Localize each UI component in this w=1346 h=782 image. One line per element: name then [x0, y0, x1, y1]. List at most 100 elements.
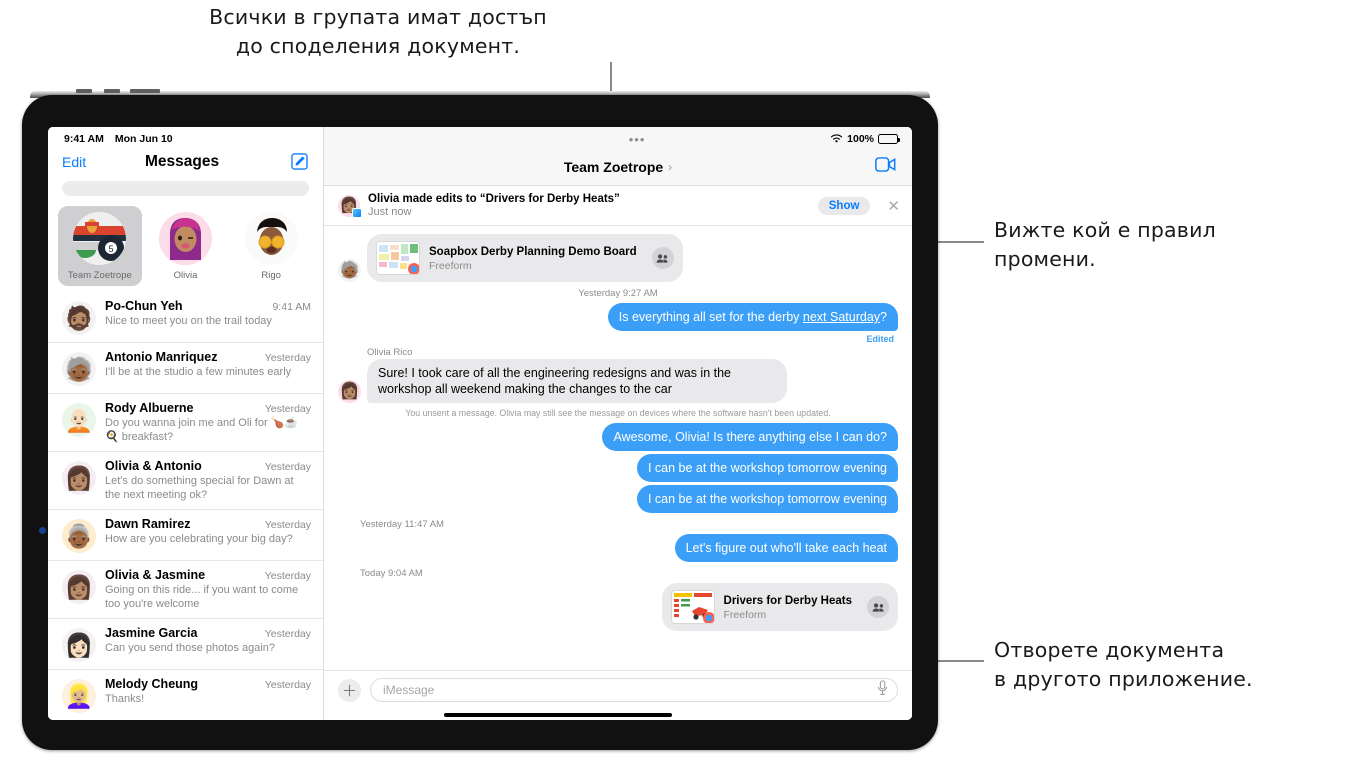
- avatar: [159, 212, 212, 265]
- imessage-input[interactable]: iMessage: [370, 678, 898, 702]
- avatar: 🧑🏻‍🦲: [62, 403, 96, 437]
- conversation-list: 🧔🏽 Po-Chun Yeh 9:41 AM Nice to meet you …: [48, 292, 323, 720]
- list-item-preview: How are you celebrating your big day?: [105, 533, 293, 545]
- avatar: 👩🏽: [338, 194, 362, 218]
- sidebar-header: Edit Messages: [48, 148, 323, 181]
- message-row: Is everything all set for the derby next…: [338, 303, 898, 331]
- sidebar-status-bar: 9:41 AM Mon Jun 10: [48, 127, 323, 148]
- volume-button-1[interactable]: [76, 89, 92, 93]
- timestamp: Yesterday 11:47 AM: [360, 519, 444, 530]
- list-item[interactable]: 👱🏼‍♀️ Melody Cheung Yesterday Thanks!: [48, 670, 323, 720]
- home-indicator[interactable]: [444, 713, 672, 717]
- list-item-preview: Let's do something special for Dawn at t…: [105, 475, 294, 501]
- message-bubble-outgoing[interactable]: Is everything all set for the derby next…: [607, 303, 898, 331]
- close-icon[interactable]: ✕: [887, 197, 900, 215]
- avatar: 👱🏼‍♀️: [62, 679, 96, 713]
- timestamp: Today 9:04 AM: [360, 568, 423, 579]
- avatar: 5: [73, 212, 127, 265]
- list-item-time: Yesterday: [264, 679, 311, 691]
- ipad-screen: 9:41 AM Mon Jun 10 Edit Messages 5 Team …: [48, 127, 912, 720]
- message-link[interactable]: next Saturday: [803, 310, 880, 324]
- battery-percent: 100%: [847, 133, 874, 145]
- avatar: 🧓🏾: [338, 259, 361, 282]
- people-icon[interactable]: [651, 247, 674, 269]
- banner-title: Olivia made edits to “Drivers for Derby …: [368, 193, 620, 205]
- list-item-time: Yesterday: [264, 403, 311, 415]
- list-item-preview: Thanks!: [105, 693, 145, 705]
- message-bubble-incoming[interactable]: Sure! I took care of all the engineering…: [367, 359, 787, 403]
- timestamp: Yesterday 9:27 AM: [578, 288, 658, 299]
- avatar-glyph: 👩🏻: [64, 631, 94, 658]
- add-attachment-button[interactable]: ＋: [338, 678, 361, 702]
- list-item-time: Yesterday: [264, 352, 311, 364]
- avatar: 👵🏾: [62, 519, 96, 553]
- list-item[interactable]: 👵🏾 Dawn Ramirez Yesterday How are you ce…: [48, 510, 323, 561]
- status-indicators: 100%: [830, 133, 900, 145]
- conversation-title[interactable]: Team Zoetrope: [564, 159, 663, 175]
- chevron-right-icon[interactable]: ›: [668, 160, 672, 174]
- list-item[interactable]: 👩🏽 Olivia & Antonio Yesterday Let's do s…: [48, 452, 323, 510]
- pinned-rigo[interactable]: Rigo: [229, 206, 313, 286]
- document-card-soapbox[interactable]: Soapbox Derby Planning Demo Board Freefo…: [367, 234, 683, 282]
- document-title: Drivers for Derby Heats: [723, 594, 852, 607]
- power-button[interactable]: [130, 89, 160, 93]
- edit-button[interactable]: Edit: [62, 154, 86, 170]
- battery-icon: [878, 134, 900, 144]
- edited-label: Edited: [866, 334, 894, 344]
- avatar: [244, 212, 298, 265]
- list-item[interactable]: 🧓🏾 Antonio Manriquez Yesterday I'll be a…: [48, 343, 323, 394]
- search-input[interactable]: [62, 181, 309, 196]
- people-icon[interactable]: [867, 596, 889, 618]
- page-title: Messages: [145, 152, 220, 170]
- message-row: Let's figure out who'll take each heat: [338, 534, 898, 562]
- message-row: Awesome, Olivia! Is there anything else …: [338, 423, 898, 451]
- list-item[interactable]: 🧑🏻‍🦲 Rody Albuerne Yesterday Do you wann…: [48, 394, 323, 452]
- list-item-name: Rody Albuerne: [105, 401, 194, 415]
- message-bubble-outgoing[interactable]: I can be at the workshop tomorrow evenin…: [636, 485, 898, 513]
- list-item-preview: Nice to meet you on the trail today: [105, 315, 272, 327]
- list-item[interactable]: 👩🏻 Jasmine Garcia Yesterday Can you send…: [48, 619, 323, 670]
- document-card-drivers[interactable]: Drivers for Derby Heats Freeform: [661, 583, 898, 631]
- status-date: Mon Jun 10: [114, 133, 173, 145]
- bezel-indicator: [39, 527, 46, 534]
- document-app-name: Freeform: [723, 608, 767, 621]
- list-item-time: Yesterday: [264, 570, 311, 582]
- microphone-icon[interactable]: [877, 680, 888, 700]
- list-item-preview: Do you wanna join me and Oli for 🍗☕🍳 bre…: [105, 417, 299, 443]
- message-sender-name: Olivia Rico: [367, 347, 413, 358]
- facetime-video-icon[interactable]: [875, 157, 896, 177]
- pinned-label: Rigo: [261, 270, 281, 281]
- avatar-glyph: 🧓🏾: [64, 355, 94, 382]
- collaboration-banner: 👩🏽 Olivia made edits to “Drivers for Der…: [324, 186, 912, 226]
- list-item[interactable]: 🧔🏽 Po-Chun Yeh 9:41 AM Nice to meet you …: [48, 292, 323, 343]
- message-row-document-top: 🧓🏾 Soapbox Derby Planning Demo Board Fre…: [338, 234, 898, 282]
- document-app-name: Freeform: [429, 259, 472, 272]
- message-input-bar: ＋ iMessage: [324, 670, 912, 708]
- multitask-dots[interactable]: •••: [324, 132, 830, 147]
- message-row: I can be at the workshop tomorrow evenin…: [338, 485, 898, 513]
- pinned-label: Team Zoetrope: [67, 270, 132, 281]
- list-item[interactable]: 👩🏽 Olivia & Jasmine Yesterday Going on t…: [48, 561, 323, 619]
- callout-open-document: Отворете документа в другото приложение.: [994, 638, 1253, 691]
- compose-icon[interactable]: [290, 152, 309, 171]
- banner-subtitle: Just now: [368, 206, 412, 218]
- list-item-time: Yesterday: [264, 628, 311, 640]
- freeform-board-thumb-icon: [377, 242, 419, 274]
- avatar-glyph: 👱🏼‍♀️: [64, 682, 94, 709]
- list-item-time: 9:41 AM: [272, 301, 311, 313]
- show-button[interactable]: Show: [817, 196, 871, 215]
- message-bubble-outgoing[interactable]: Let's figure out who'll take each heat: [674, 534, 898, 562]
- volume-button-2[interactable]: [104, 89, 120, 93]
- document-thumbnail: [376, 241, 420, 275]
- message-bubble-outgoing[interactable]: Awesome, Olivia! Is there anything else …: [602, 423, 898, 451]
- avatar: 🧓🏾: [62, 352, 96, 386]
- pinned-team-zoetrope[interactable]: 5 Team Zoetrope: [58, 206, 142, 286]
- message-row: I can be at the workshop tomorrow evenin…: [338, 454, 898, 482]
- avatar-glyph: 👩🏽: [64, 573, 94, 600]
- imessage-placeholder: iMessage: [383, 683, 435, 697]
- chat-status-bar: ••• 100%: [324, 127, 912, 148]
- pinned-olivia[interactable]: Olivia: [144, 206, 228, 286]
- rigo-memoji-icon: [244, 212, 298, 265]
- list-item-time: Yesterday: [264, 519, 311, 531]
- message-bubble-outgoing[interactable]: I can be at the workshop tomorrow evenin…: [636, 454, 898, 482]
